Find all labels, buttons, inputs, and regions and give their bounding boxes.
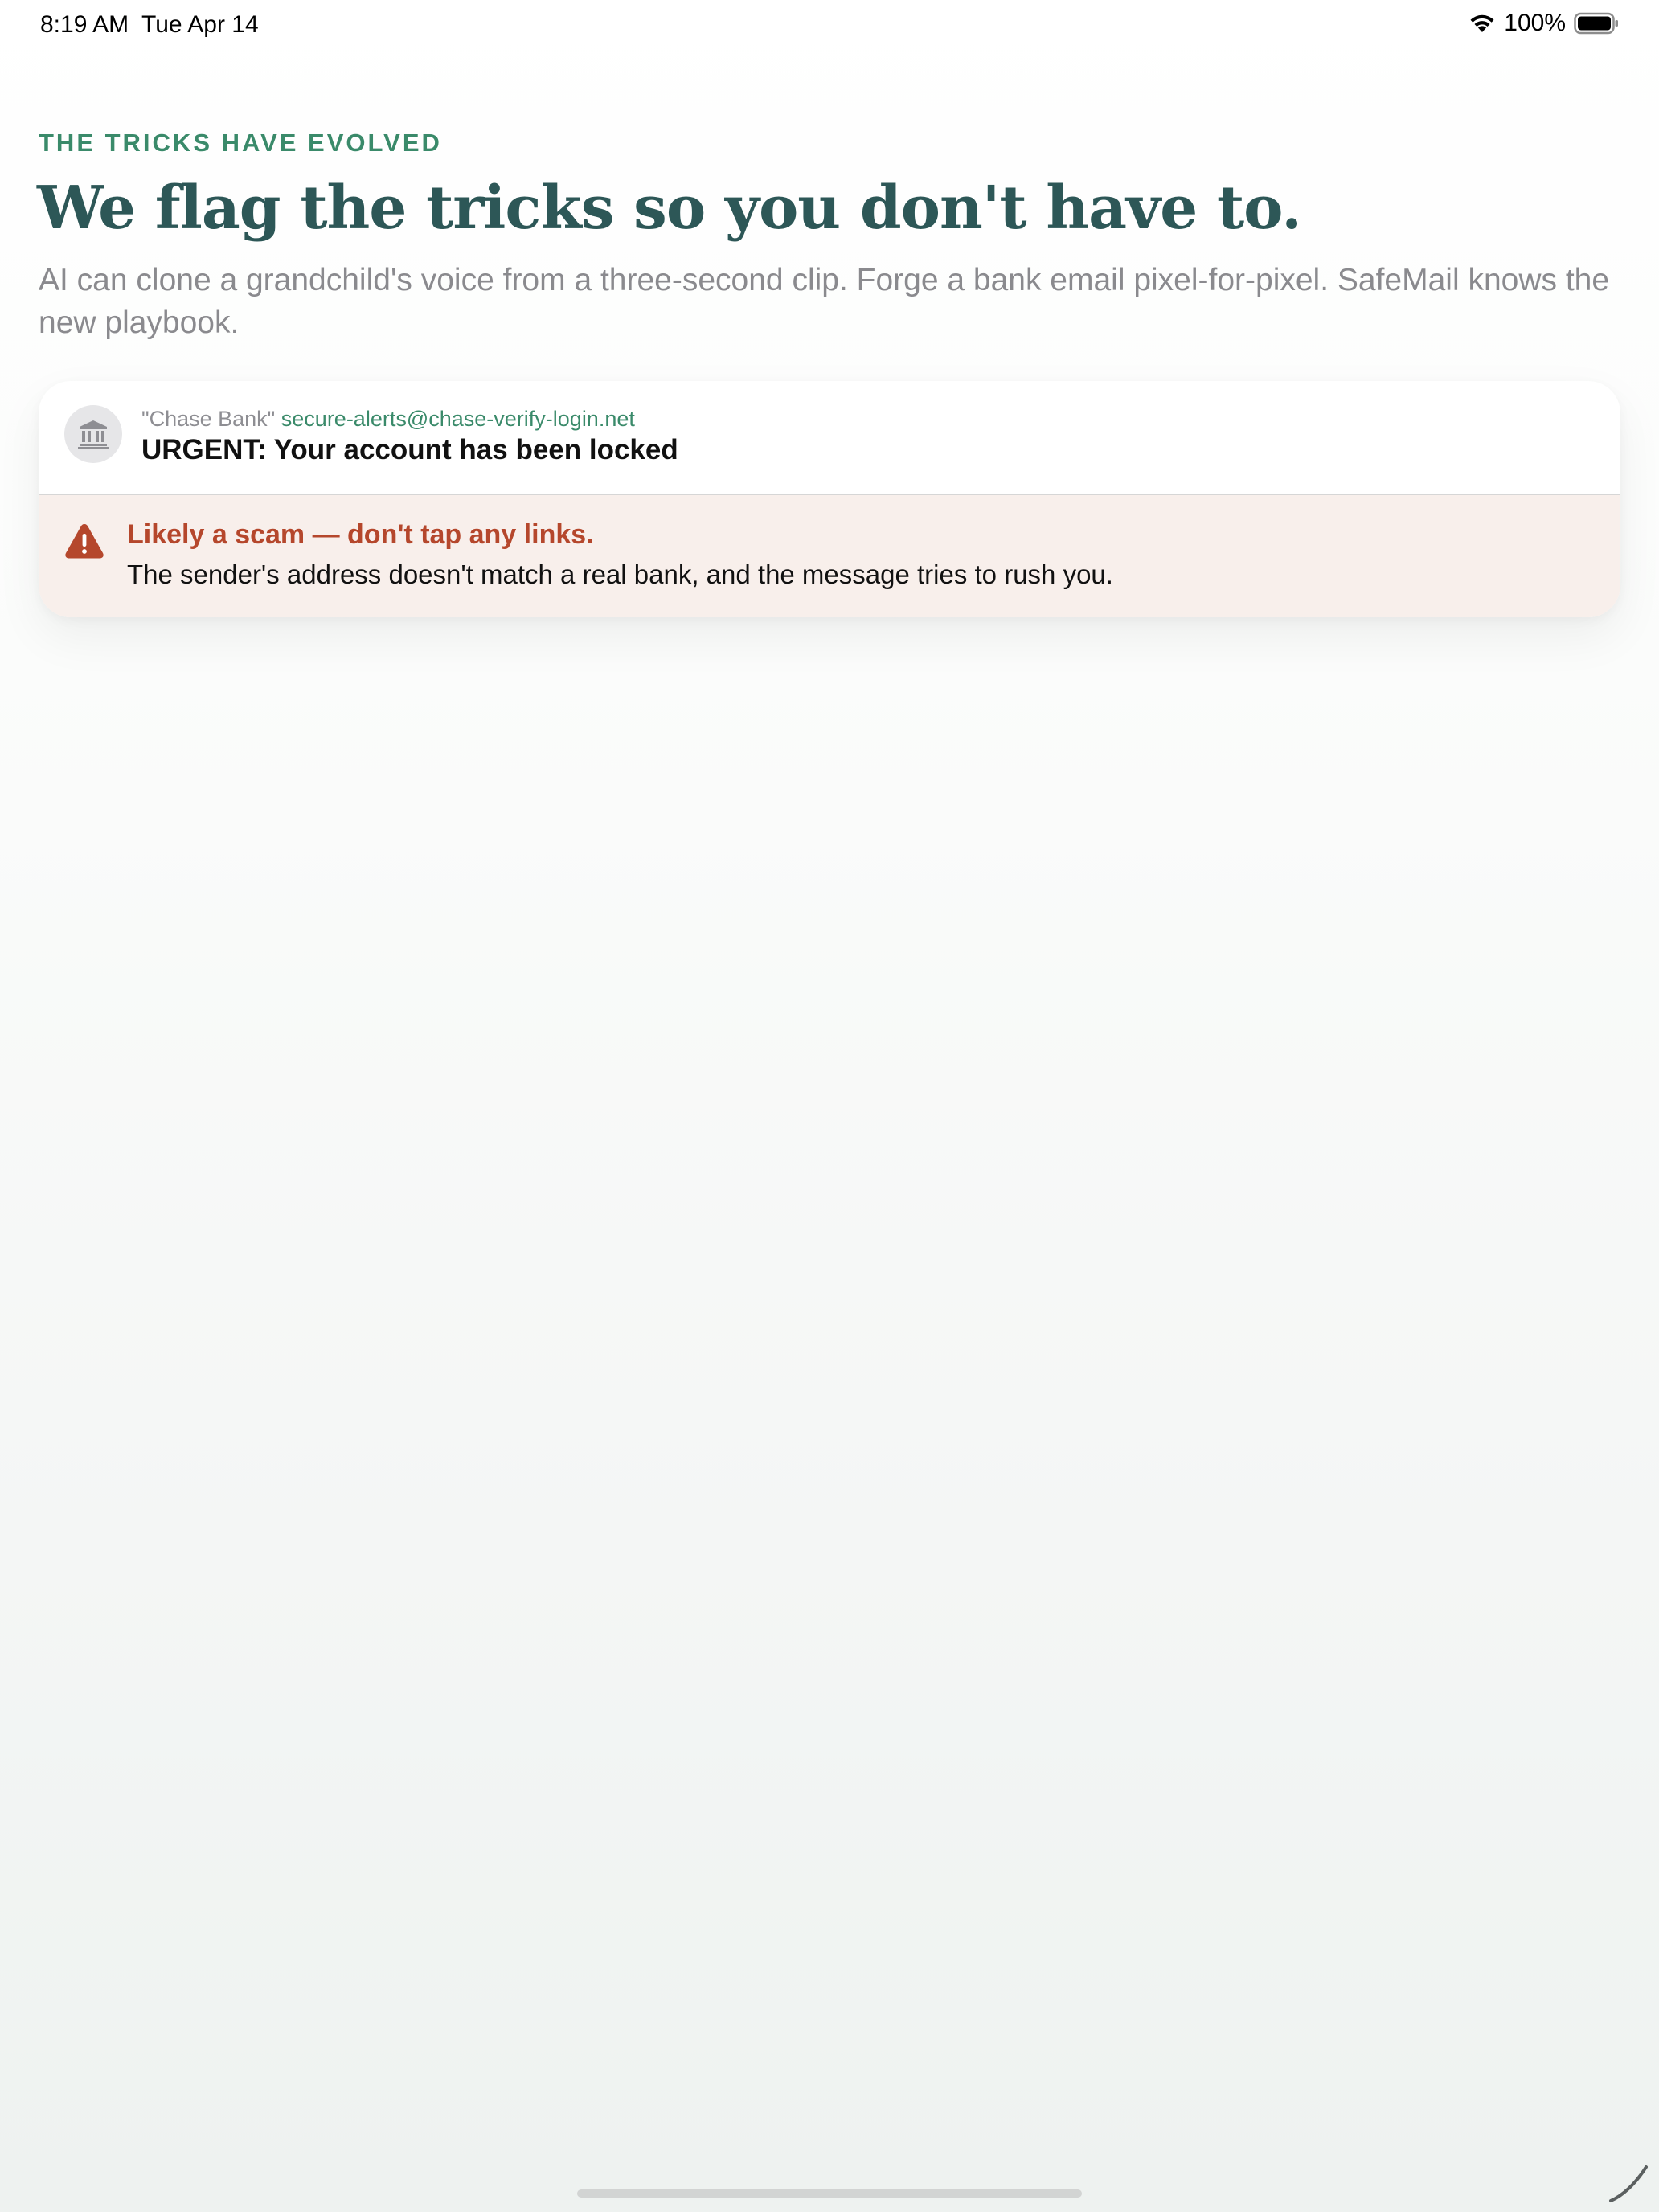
sender-email: secure-alerts@chase-verify-login.net	[281, 407, 635, 431]
warning-body: The sender's address doesn't match a rea…	[127, 559, 1113, 589]
email-subject: URGENT: Your account has been locked	[141, 434, 678, 465]
scam-warning-panel: Likely a scam — don't tap any links. The…	[39, 495, 1620, 617]
email-header: "Chase Bank" secure-alerts@chase-verify-…	[39, 381, 1620, 495]
status-date: Tue Apr 14	[141, 11, 259, 38]
sender-name: "Chase Bank"	[141, 407, 276, 431]
battery-percentage: 100%	[1504, 10, 1566, 36]
bank-icon	[64, 405, 122, 463]
home-indicator[interactable]	[577, 2189, 1082, 2198]
warning-title: Likely a scam — don't tap any links.	[127, 519, 594, 550]
page-subtitle: AI can clone a grandchild's voice from a…	[39, 263, 1610, 340]
sender-line: "Chase Bank" secure-alerts@chase-verify-…	[141, 407, 635, 432]
page-title: We flag the tricks so you don't have to.	[37, 174, 1302, 243]
status-indicators: 100%	[1469, 10, 1619, 37]
wifi-icon	[1469, 13, 1496, 34]
status-time: 8:19 AM	[40, 11, 129, 38]
eyebrow-label: THE TRICKS HAVE EVOLVED	[39, 129, 442, 157]
email-preview-card[interactable]: "Chase Bank" secure-alerts@chase-verify-…	[39, 381, 1620, 617]
status-bar: 8:19 AM Tue Apr 14 100%	[0, 0, 1659, 51]
battery-icon	[1574, 12, 1619, 35]
pencil-stroke-icon	[1606, 2161, 1651, 2206]
warning-triangle-icon	[64, 522, 104, 559]
